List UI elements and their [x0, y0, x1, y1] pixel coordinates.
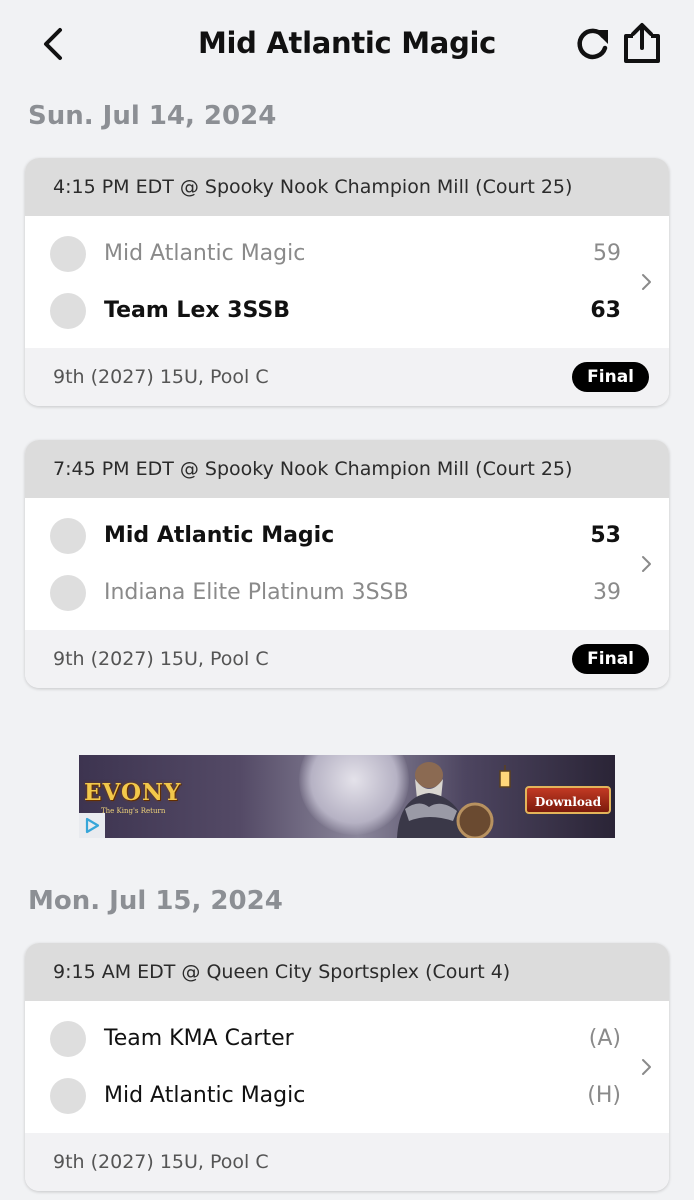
team-row: Mid Atlantic Magic (H) — [25, 1076, 669, 1116]
game-footer: 9th (2027) 15U, Pool C — [25, 1133, 669, 1191]
game-teams: Team KMA Carter (A) Mid Atlantic Magic (… — [25, 1001, 669, 1133]
ad-choices-icon[interactable] — [79, 813, 105, 838]
team-home-away: (A) — [588, 1026, 621, 1051]
team-name: Mid Atlantic Magic — [104, 523, 335, 548]
team-row: Team KMA Carter (A) — [25, 1019, 669, 1059]
ad-tagline: The King's Return — [101, 807, 166, 815]
team-home-away: (H) — [587, 1083, 621, 1108]
share-button[interactable] — [620, 20, 664, 66]
game-card[interactable]: 4:15 PM EDT @ Spooky Nook Champion Mill … — [25, 158, 669, 406]
ad-warrior-graphic — [397, 762, 494, 838]
game-card[interactable]: 7:45 PM EDT @ Spooky Nook Champion Mill … — [25, 440, 669, 688]
game-teams: Mid Atlantic Magic 53 Indiana Elite Plat… — [25, 498, 669, 630]
team-score: 63 — [590, 298, 621, 323]
team-avatar — [50, 293, 86, 329]
team-avatar — [50, 236, 86, 272]
game-time-location: 7:45 PM EDT @ Spooky Nook Champion Mill … — [25, 440, 669, 498]
team-name: Mid Atlantic Magic — [104, 1083, 306, 1108]
ad-logo: EVONY — [84, 779, 182, 806]
team-avatar — [50, 1021, 86, 1057]
chevron-right-icon — [642, 274, 651, 290]
team-avatar — [50, 575, 86, 611]
game-teams: Mid Atlantic Magic 59 Team Lex 3SSB 63 — [25, 216, 669, 348]
top-bar: Mid Atlantic Magic — [0, 0, 694, 90]
ad-lantern-graphic — [499, 765, 511, 788]
team-score: 39 — [593, 580, 621, 605]
game-footer: 9th (2027) 15U, Pool C Final — [25, 630, 669, 688]
team-avatar — [50, 1078, 86, 1114]
game-time-location: 9:15 AM EDT @ Queen City Sportsplex (Cou… — [25, 943, 669, 1001]
game-card[interactable]: 9:15 AM EDT @ Queen City Sportsplex (Cou… — [25, 943, 669, 1191]
team-row: Mid Atlantic Magic 53 — [25, 516, 669, 556]
team-score: 53 — [590, 523, 621, 548]
game-time-location: 4:15 PM EDT @ Spooky Nook Champion Mill … — [25, 158, 669, 216]
team-name: Team Lex 3SSB — [104, 298, 291, 323]
status-badge: Final — [572, 644, 649, 674]
ad-download-button[interactable]: Download — [525, 786, 611, 814]
game-division: 9th (2027) 15U, Pool C — [53, 648, 269, 670]
date-header: Sun. Jul 14, 2024 — [28, 101, 277, 131]
share-icon — [624, 23, 660, 63]
team-name: Mid Atlantic Magic — [104, 241, 306, 266]
game-footer: 9th (2027) 15U, Pool C Final — [25, 348, 669, 406]
ad-banner[interactable]: EVONY The King's Return Download — [79, 755, 615, 838]
team-row: Mid Atlantic Magic 59 — [25, 234, 669, 274]
team-score: 59 — [593, 241, 621, 266]
refresh-button[interactable] — [572, 24, 612, 64]
game-division: 9th (2027) 15U, Pool C — [53, 1151, 269, 1173]
team-row: Indiana Elite Platinum 3SSB 39 — [25, 573, 669, 613]
date-header: Mon. Jul 15, 2024 — [28, 886, 283, 916]
game-division: 9th (2027) 15U, Pool C — [53, 366, 269, 388]
team-avatar — [50, 518, 86, 554]
team-name: Indiana Elite Platinum 3SSB — [104, 580, 409, 605]
team-name: Team KMA Carter — [104, 1026, 294, 1051]
refresh-icon — [577, 28, 608, 60]
status-badge: Final — [572, 362, 649, 392]
chevron-right-icon — [642, 1059, 651, 1075]
team-row: Team Lex 3SSB 63 — [25, 291, 669, 331]
chevron-right-icon — [642, 556, 651, 572]
